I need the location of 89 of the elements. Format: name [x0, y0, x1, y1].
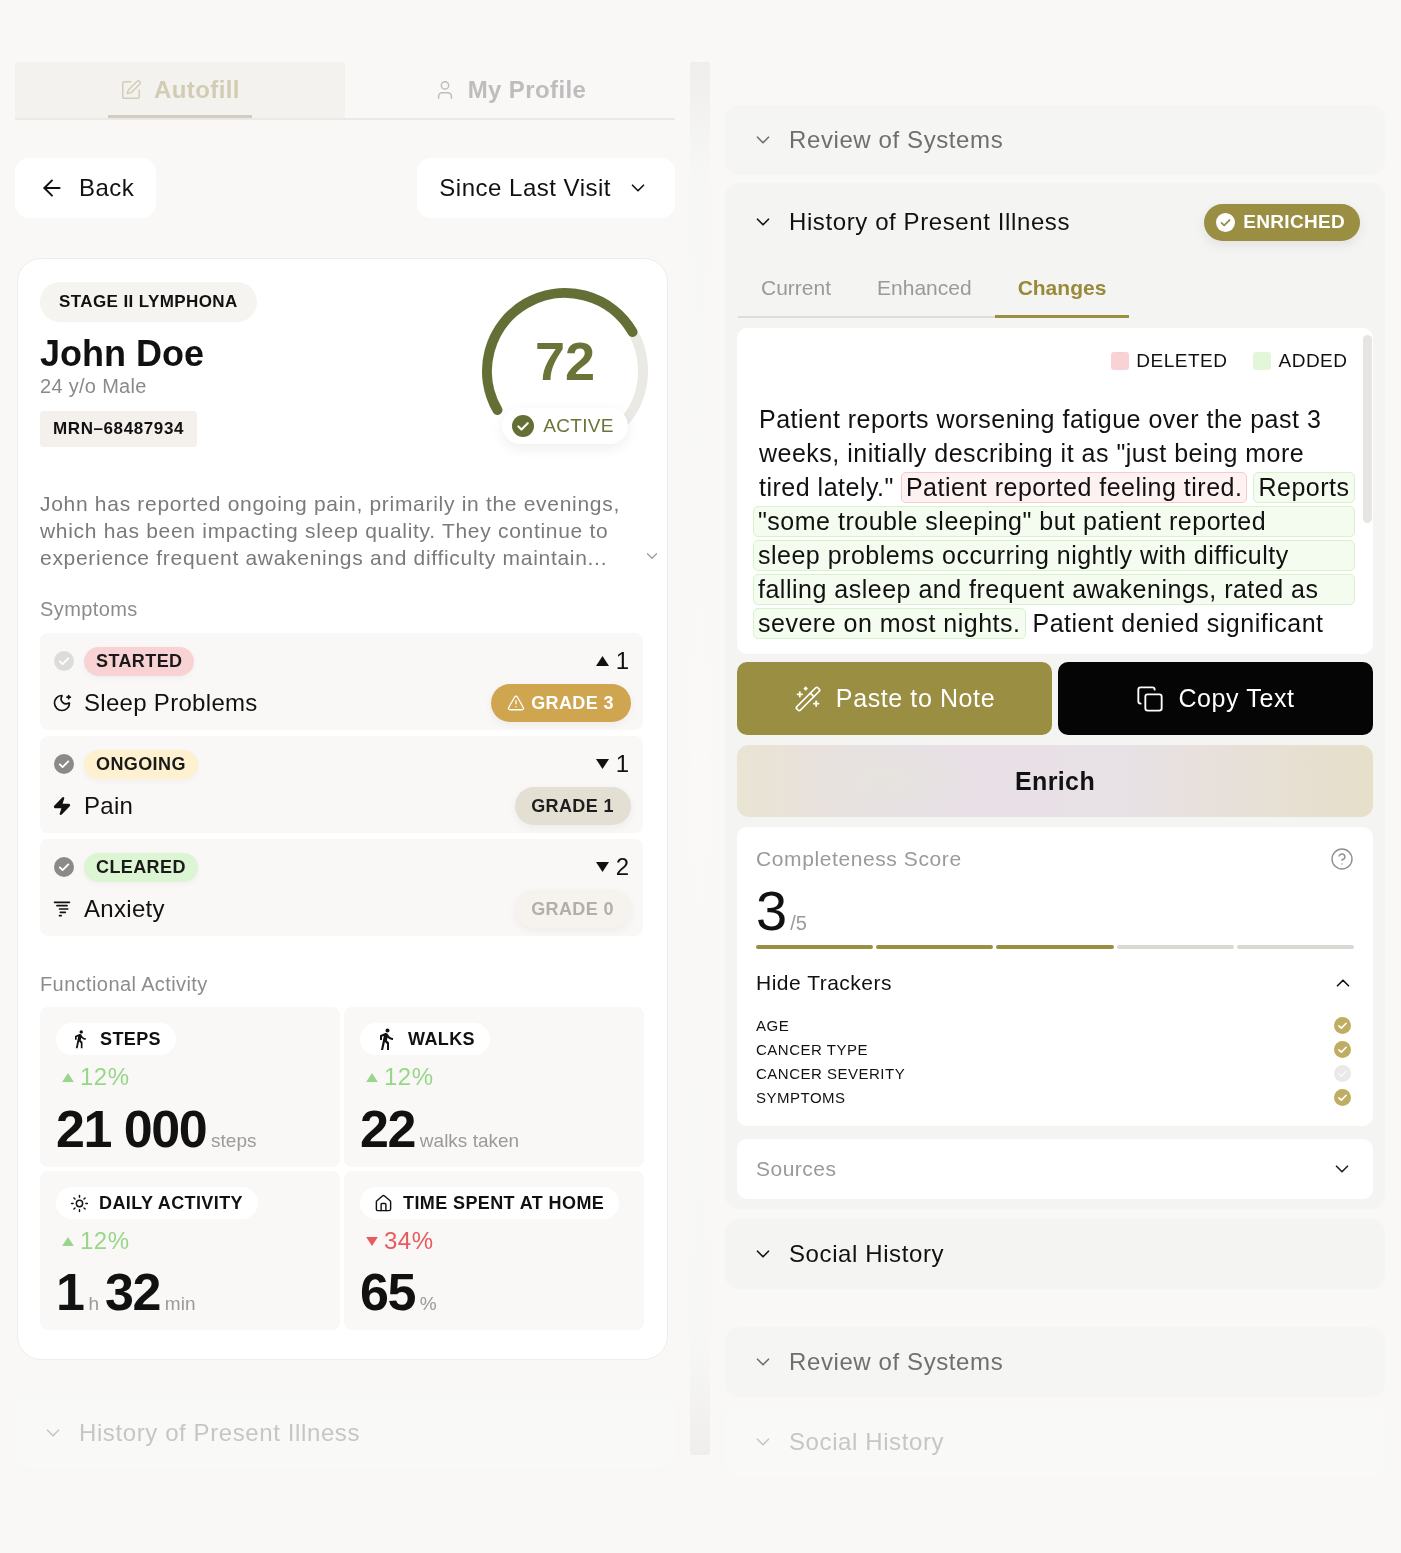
- diff-text: Patient reports worsening fatigue over the past 3: [758, 403, 1323, 435]
- house-icon: [374, 1193, 393, 1213]
- added-text: sleep problems occurring nightly with difficulty: [753, 539, 1355, 571]
- metric-value: 22: [360, 1099, 415, 1159]
- trend-value: 2: [615, 853, 629, 881]
- help-icon[interactable]: [1330, 847, 1354, 871]
- tab[interactable]: Changes: [994, 261, 1130, 318]
- section-label: Functional Activity: [40, 972, 209, 996]
- magic-wand-icon: [793, 684, 822, 713]
- status-tag: CLEARED: [84, 852, 198, 882]
- metric-unit: h: [88, 1293, 99, 1315]
- diff-text: weeks, initially describing it as "just being more: [758, 437, 1306, 469]
- enrich-button[interactable]: Enrich: [737, 745, 1373, 817]
- trend-value: 1: [615, 750, 629, 778]
- diff-text: tired lately.": [758, 471, 895, 503]
- metric-label: WALKS: [408, 1028, 475, 1050]
- completeness-title: Completeness Score: [756, 847, 962, 871]
- tab[interactable]: Enhanced: [854, 261, 995, 318]
- tracker-label: SYMPTOMS: [756, 1088, 846, 1106]
- metric-unit: %: [419, 1293, 437, 1315]
- score-value: 72: [534, 334, 596, 388]
- metric-value: 1: [56, 1262, 84, 1322]
- status-tag: ONGOING: [84, 749, 198, 779]
- score-value: 3: [756, 883, 788, 939]
- check-circle-icon: [512, 415, 535, 437]
- metric-label: STEPS: [100, 1028, 162, 1050]
- paste-button[interactable]: Paste to Note: [737, 662, 1052, 735]
- warning-icon: [507, 694, 526, 712]
- section-label: Symptoms: [40, 597, 139, 621]
- grade-label: GRADE 1: [531, 795, 614, 817]
- grade-label: GRADE 0: [531, 898, 614, 920]
- patient-demographics: 24 y/o Male: [40, 374, 147, 398]
- check-circle-icon[interactable]: [54, 857, 74, 877]
- legend-label: DELETED: [1136, 350, 1228, 372]
- metric-value: 21 000: [56, 1099, 207, 1159]
- copy-icon: [1136, 684, 1165, 713]
- added-text: Reports: [1253, 471, 1355, 503]
- sources-toggle[interactable]: Sources: [737, 1139, 1373, 1199]
- tracker-label: CANCER SEVERITY: [756, 1064, 906, 1082]
- metric-unit: walks taken: [419, 1130, 520, 1152]
- diff-text: Patient denied significant: [1031, 607, 1325, 639]
- legend-label: ADDED: [1278, 350, 1348, 372]
- metric-label: TIME SPENT AT HOME: [403, 1192, 605, 1214]
- change-value: 12%: [80, 1063, 130, 1091]
- tornado-icon: [52, 899, 72, 919]
- metric-label: DAILY ACTIVITY: [99, 1192, 243, 1214]
- trackers-toggle[interactable]: Hide Trackers: [756, 971, 1354, 995]
- lightning-icon: [52, 796, 72, 816]
- symptom-name: Anxiety: [84, 895, 165, 923]
- period-dropdown[interactable]: Since Last Visit: [417, 158, 675, 218]
- mrn-tag: MRN–68487934: [40, 411, 197, 447]
- score-max: /5: [790, 912, 807, 935]
- section-header[interactable]: Review of Systems: [725, 1327, 1385, 1397]
- metric-unit: min: [164, 1293, 196, 1315]
- check-circle-icon[interactable]: [54, 651, 74, 671]
- deleted-text: Patient reported feeling tired.: [900, 471, 1248, 503]
- scrollbar-thumb[interactable]: [1362, 335, 1372, 523]
- badge-label: ENRICHED: [1243, 211, 1345, 233]
- change-value: 12%: [384, 1063, 434, 1091]
- added-text: "some trouble sleeping" but patient reported: [753, 505, 1355, 537]
- trend-value: 1: [615, 647, 629, 675]
- change-value: 34%: [384, 1227, 434, 1255]
- sun-icon: [70, 1193, 89, 1213]
- metric-value: 32: [105, 1262, 160, 1322]
- section-header[interactable]: History of Present Illness ENRICHED: [725, 183, 1385, 261]
- tracker-label: CANCER TYPE: [756, 1040, 868, 1058]
- symptom-name: Pain: [84, 792, 134, 820]
- tracker-label: AGE: [756, 1016, 790, 1034]
- added-text: falling asleep and frequent awakenings, rated as: [753, 573, 1355, 605]
- edit-icon: [120, 79, 143, 101]
- metric-value: 65: [360, 1262, 415, 1322]
- symptom-name: Sleep Problems: [84, 689, 258, 717]
- status-label: ACTIVE: [543, 415, 614, 437]
- diagnosis-tag: STAGE II LYMPHONA: [40, 282, 257, 322]
- check-circle-icon[interactable]: [54, 754, 74, 774]
- status-tag: STARTED: [84, 646, 195, 676]
- moon-star-icon: [52, 693, 72, 713]
- section-header[interactable]: Social History: [725, 1219, 1385, 1289]
- check-circle-icon: [1216, 212, 1236, 232]
- back-button[interactable]: Back: [15, 158, 157, 218]
- grade-label: GRADE 3: [531, 692, 614, 714]
- tab[interactable]: Current: [738, 261, 855, 318]
- copy-button[interactable]: Copy Text: [1058, 662, 1373, 735]
- summary-text: John has reported ongoing pain, primarily in the evenings, which has been impacting sleep quality. They continue to experience frequent awakenings and difficulty maintain...: [40, 491, 621, 571]
- change-value: 12%: [80, 1227, 130, 1255]
- added-text: severe on most nights.: [753, 607, 1026, 639]
- section-header[interactable]: Review of Systems: [725, 105, 1385, 175]
- patient-name: John Doe: [40, 334, 204, 374]
- metric-unit: steps: [211, 1130, 257, 1152]
